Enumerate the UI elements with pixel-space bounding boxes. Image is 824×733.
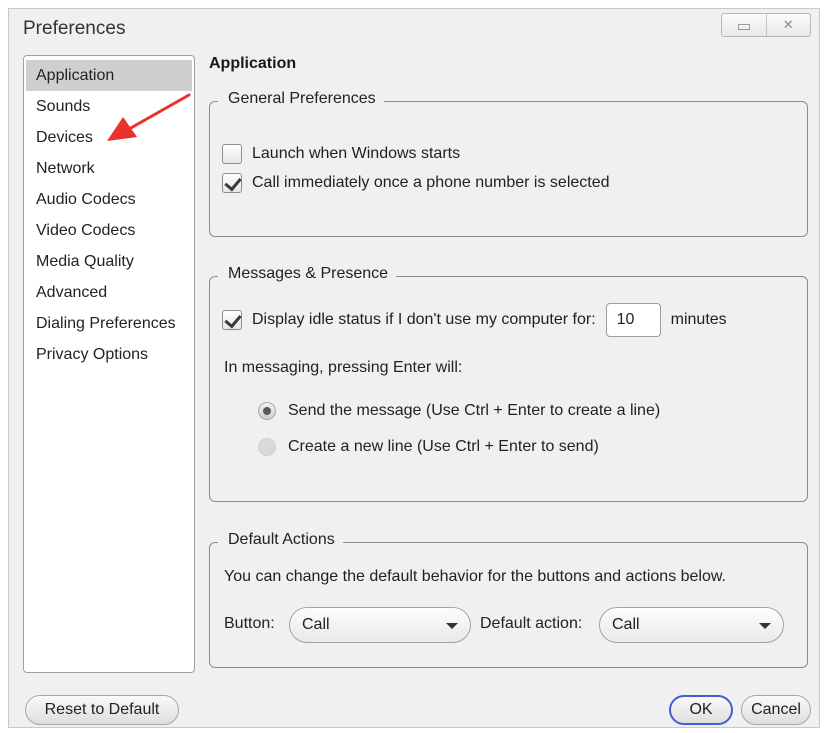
default-action-select-value: Call <box>612 616 640 633</box>
sidebar-item-media-quality[interactable]: Media Quality <box>26 246 192 277</box>
idle-status-checkbox[interactable] <box>222 310 242 330</box>
messages-presence-legend: Messages & Presence <box>217 265 397 283</box>
sidebar-item-audio-codecs[interactable]: Audio Codecs <box>26 184 192 215</box>
default-actions-legend: Default Actions <box>218 531 343 549</box>
call-immediately-checkbox[interactable] <box>222 173 242 193</box>
radio-send-message[interactable] <box>258 402 276 420</box>
idle-minutes-unit: minutes <box>670 311 727 328</box>
enter-behavior-prompt: In messaging, pressing Enter will: <box>224 359 463 376</box>
sidebar-item-dialing-preferences[interactable]: Dialing Preferences <box>26 308 192 339</box>
default-actions-description: You can change the default behavior for … <box>224 568 726 585</box>
chevron-down-icon <box>446 623 458 629</box>
sidebar-item-privacy-options[interactable]: Privacy Options <box>26 339 192 370</box>
idle-minutes-input[interactable] <box>605 303 661 337</box>
cancel-button[interactable]: Cancel <box>741 695 811 725</box>
idle-status-row: Display idle status if I don't use my co… <box>222 303 727 337</box>
default-actions-group: Default Actions You can change the defau… <box>209 531 808 668</box>
radio-new-line[interactable] <box>258 438 276 456</box>
button-select[interactable]: Call <box>289 607 471 643</box>
title-bar: Preferences ✕ <box>9 9 819 51</box>
idle-status-label: Display idle status if I don't use my co… <box>252 311 596 328</box>
general-preferences-legend: General Preferences <box>218 90 384 108</box>
messages-presence-group: Messages & Presence Display idle status … <box>209 265 808 502</box>
general-preferences-group: General Preferences Launch when Windows … <box>209 90 808 237</box>
radio-new-line-label: Create a new line (Use Ctrl + Enter to s… <box>288 438 599 455</box>
button-select-value: Call <box>302 616 330 633</box>
close-icon[interactable]: ✕ <box>765 14 811 36</box>
default-action-select[interactable]: Call <box>599 607 784 643</box>
launch-on-startup-row[interactable]: Launch when Windows starts <box>222 144 460 164</box>
launch-on-startup-checkbox[interactable] <box>222 144 242 164</box>
ok-button[interactable]: OK <box>669 695 733 725</box>
window-title: Preferences <box>23 18 126 39</box>
sidebar-item-advanced[interactable]: Advanced <box>26 277 192 308</box>
button-select-label: Button: <box>224 615 275 632</box>
radio-send-message-label: Send the message (Use Ctrl + Enter to cr… <box>288 402 661 419</box>
radio-send-message-row[interactable]: Send the message (Use Ctrl + Enter to cr… <box>258 402 660 420</box>
reset-to-default-button[interactable]: Reset to Default <box>25 695 179 725</box>
section-title: Application <box>209 55 297 72</box>
launch-on-startup-label: Launch when Windows starts <box>252 145 461 162</box>
window-controls: ✕ <box>721 13 811 37</box>
call-immediately-label: Call immediately once a phone number is … <box>252 174 610 191</box>
sidebar-item-network[interactable]: Network <box>26 153 192 184</box>
radio-new-line-row[interactable]: Create a new line (Use Ctrl + Enter to s… <box>258 438 599 456</box>
minimize-icon[interactable] <box>722 14 766 36</box>
preferences-window: Preferences ✕ Application Sounds Devices… <box>8 8 820 728</box>
red-arrow-icon <box>107 93 191 141</box>
chevron-down-icon <box>759 623 771 629</box>
sidebar-item-application[interactable]: Application <box>26 60 192 91</box>
sidebar-item-video-codecs[interactable]: Video Codecs <box>26 215 192 246</box>
call-immediately-row[interactable]: Call immediately once a phone number is … <box>222 173 610 193</box>
default-action-select-label: Default action: <box>480 615 583 632</box>
